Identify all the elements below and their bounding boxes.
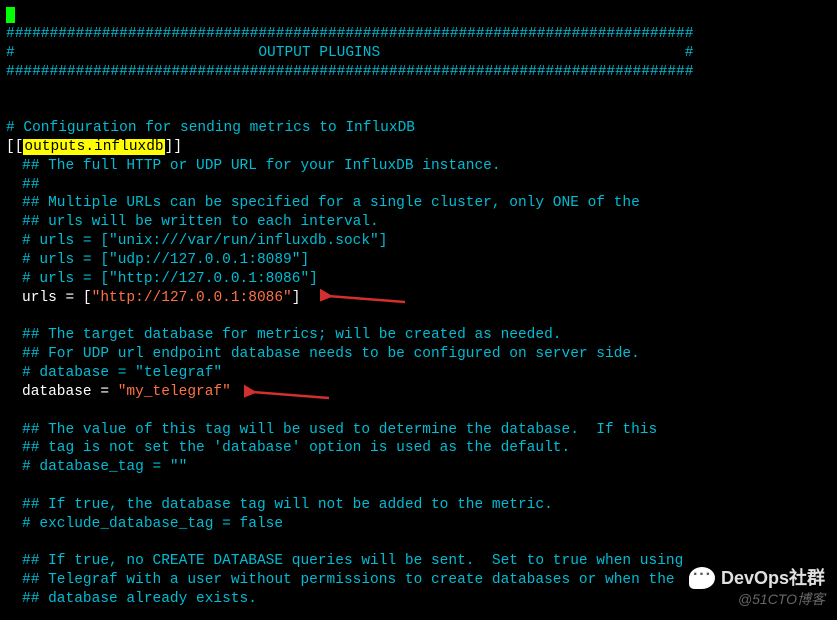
comment-line: ## — [6, 176, 831, 195]
comment-line: ## The value of this tag will be used to… — [6, 421, 831, 440]
border-title-line: # OUTPUT PLUGINS # — [6, 44, 831, 63]
database-value: "my_telegraf" — [118, 384, 231, 400]
highlighted-section: outputs.influxdb — [23, 139, 164, 155]
comment-line: # exclude_database_tag = false — [6, 515, 831, 534]
comment-line: ## tag is not set the 'database' option … — [6, 439, 831, 458]
cursor-block — [6, 7, 15, 23]
comment-line: ## If true, the database tag will not be… — [6, 496, 831, 515]
section-declaration: [[outputs.influxdb]] — [6, 138, 831, 157]
urls-value: "http://127.0.0.1:8086" — [92, 290, 292, 306]
comment-line: ## urls will be written to each interval… — [6, 213, 831, 232]
border-line: ########################################… — [6, 25, 831, 44]
comment-line: # database_tag = "" — [6, 458, 831, 477]
comment-line: # Configuration for sending metrics to I… — [6, 119, 831, 138]
terminal-content[interactable]: ########################################… — [6, 6, 831, 609]
border-line: ########################################… — [6, 63, 831, 82]
comment-line: # urls = ["unix:///var/run/influxdb.sock… — [6, 232, 831, 251]
chat-icon — [689, 567, 715, 589]
urls-setting: urls = ["http://127.0.0.1:8086"] — [6, 289, 831, 308]
comment-line: ## The full HTTP or UDP URL for your Inf… — [6, 157, 831, 176]
watermark-devops: DevOps社群 — [689, 567, 825, 590]
watermark-blog: @51CTO博客 — [738, 590, 825, 608]
comment-line: # urls = ["udp://127.0.0.1:8089"] — [6, 251, 831, 270]
comment-line: # database = "telegraf" — [6, 364, 831, 383]
database-setting: database = "my_telegraf" — [6, 383, 831, 402]
comment-line: ## database already exists. — [6, 590, 831, 609]
comment-line: # urls = ["http://127.0.0.1:8086"] — [6, 270, 831, 289]
comment-line: ## The target database for metrics; will… — [6, 326, 831, 345]
comment-line: ## For UDP url endpoint database needs t… — [6, 345, 831, 364]
comment-line: ## Multiple URLs can be specified for a … — [6, 194, 831, 213]
